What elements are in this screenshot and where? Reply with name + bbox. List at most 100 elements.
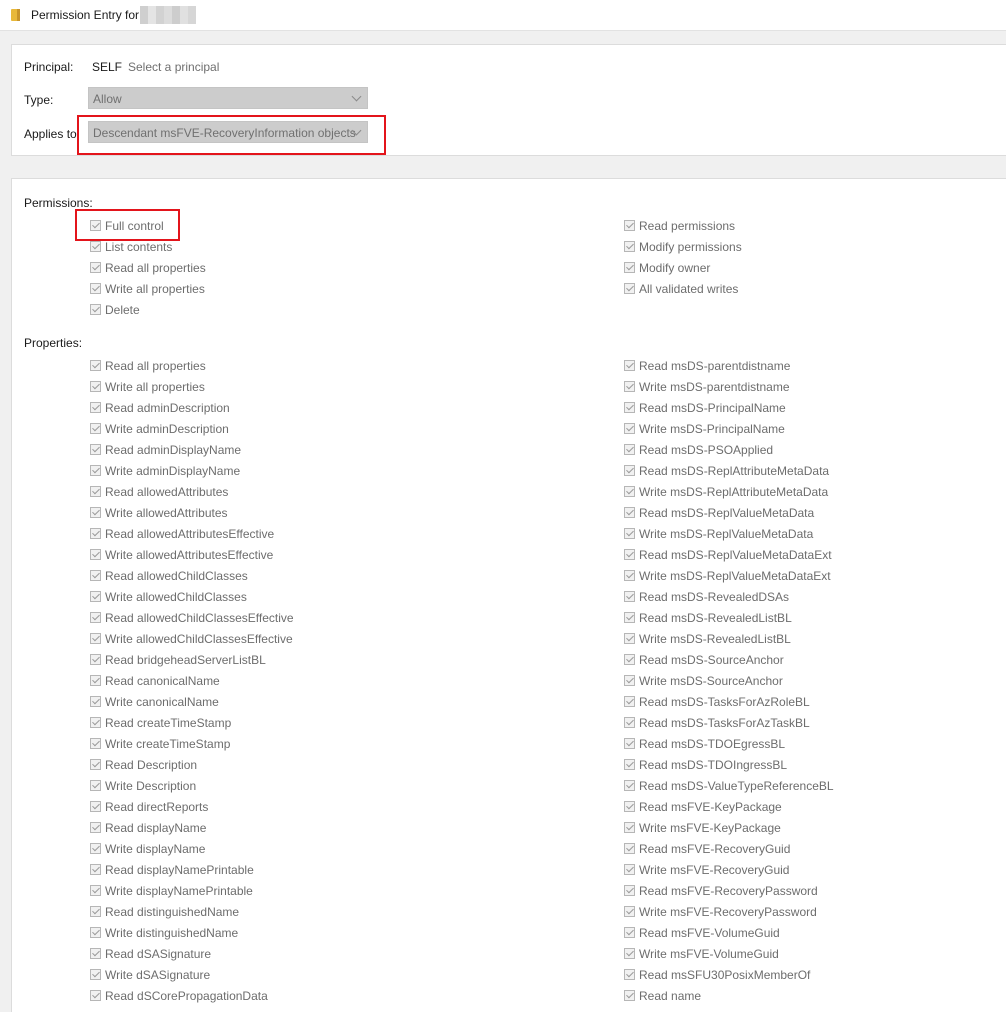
checkbox-checked-icon[interactable]: [624, 654, 635, 665]
principal-label: Principal:: [24, 60, 74, 74]
checkbox-checked-icon[interactable]: [90, 283, 101, 294]
checkbox-checked-icon[interactable]: [624, 549, 635, 560]
checkbox-label: Write msDS-PrincipalName: [639, 422, 785, 436]
checkbox-checked-icon[interactable]: [624, 822, 635, 833]
checkbox-checked-icon[interactable]: [90, 717, 101, 728]
folder-icon: [11, 9, 20, 21]
checkbox-checked-icon[interactable]: [624, 220, 635, 231]
checkbox-label: Read msDS-parentdistname: [639, 359, 791, 373]
checkbox-checked-icon[interactable]: [90, 570, 101, 581]
checkbox-checked-icon[interactable]: [90, 612, 101, 623]
checkbox-checked-icon[interactable]: [90, 990, 101, 1001]
checkbox-checked-icon[interactable]: [90, 654, 101, 665]
checkbox-checked-icon[interactable]: [624, 570, 635, 581]
select-principal-link[interactable]: Select a principal: [128, 60, 219, 74]
checkbox-checked-icon[interactable]: [90, 969, 101, 980]
checkbox-label: Read msFVE-RecoveryPassword: [639, 884, 818, 898]
checkbox-checked-icon[interactable]: [624, 801, 635, 812]
checkbox-checked-icon[interactable]: [90, 444, 101, 455]
checkbox-checked-icon[interactable]: [624, 360, 635, 371]
checkbox-checked-icon[interactable]: [90, 304, 101, 315]
checkbox-checked-icon[interactable]: [624, 528, 635, 539]
checkbox-checked-icon[interactable]: [90, 381, 101, 392]
checkbox-checked-icon[interactable]: [624, 402, 635, 413]
checkbox-label: Write displayNamePrintable: [105, 884, 253, 898]
checkbox-label: Read adminDisplayName: [105, 443, 242, 457]
checkbox-label: Read canonicalName: [105, 674, 220, 688]
checkbox-label: Read msDS-PrincipalName: [639, 401, 786, 415]
checkbox-checked-icon[interactable]: [624, 633, 635, 644]
checkbox-checked-icon[interactable]: [624, 507, 635, 518]
checkbox-label: Delete: [105, 303, 140, 317]
checkbox-checked-icon[interactable]: [90, 780, 101, 791]
checkbox-checked-icon[interactable]: [624, 486, 635, 497]
properties-label: Properties:: [24, 336, 83, 350]
checkbox-checked-icon[interactable]: [624, 990, 635, 1001]
type-dropdown[interactable]: Allow: [88, 87, 368, 109]
checkbox-checked-icon[interactable]: [90, 549, 101, 560]
checkbox-checked-icon[interactable]: [624, 465, 635, 476]
checkbox-checked-icon[interactable]: [624, 864, 635, 875]
checkbox-checked-icon[interactable]: [624, 381, 635, 392]
checkbox-label: Read dSCorePropagationData: [105, 989, 268, 1003]
checkbox-label: Write Description: [105, 779, 197, 793]
checkbox-checked-icon[interactable]: [624, 906, 635, 917]
checkbox-label: Read createTimeStamp: [105, 716, 232, 730]
checkbox-checked-icon[interactable]: [624, 738, 635, 749]
checkbox-checked-icon[interactable]: [624, 283, 635, 294]
checkbox-label: Write allowedAttributesEffective: [105, 548, 274, 562]
checkbox-label: Write msDS-ReplValueMetaData: [639, 527, 814, 541]
checkbox-checked-icon[interactable]: [624, 717, 635, 728]
checkbox-checked-icon[interactable]: [624, 675, 635, 686]
checkbox-checked-icon[interactable]: [90, 486, 101, 497]
checkbox-checked-icon[interactable]: [624, 241, 635, 252]
checkbox-checked-icon[interactable]: [624, 969, 635, 980]
checkbox-checked-icon[interactable]: [624, 591, 635, 602]
checkbox-checked-icon[interactable]: [90, 801, 101, 812]
checkbox-checked-icon[interactable]: [90, 843, 101, 854]
checkbox-label: Write all properties: [105, 380, 205, 394]
checkbox-label: Read msFVE-VolumeGuid: [639, 926, 780, 940]
checkbox-checked-icon[interactable]: [624, 444, 635, 455]
checkbox-checked-icon[interactable]: [624, 262, 635, 273]
checkbox-checked-icon[interactable]: [90, 423, 101, 434]
checkbox-checked-icon[interactable]: [90, 507, 101, 518]
checkbox-checked-icon[interactable]: [624, 423, 635, 434]
checkbox-checked-icon[interactable]: [624, 843, 635, 854]
checkbox-checked-icon[interactable]: [90, 241, 101, 252]
checkbox-label: Read msDS-ReplValueMetaDataExt: [639, 548, 832, 562]
checkbox-checked-icon[interactable]: [624, 696, 635, 707]
checkbox-checked-icon[interactable]: [90, 360, 101, 371]
checkbox-checked-icon[interactable]: [90, 822, 101, 833]
checkbox-checked-icon[interactable]: [624, 759, 635, 770]
checkbox-checked-icon[interactable]: [90, 864, 101, 875]
checkbox-checked-icon[interactable]: [90, 675, 101, 686]
checkbox-checked-icon[interactable]: [90, 948, 101, 959]
checkbox-label: Read msDS-ReplValueMetaData: [639, 506, 815, 520]
checkbox-label: Write msDS-SourceAnchor: [639, 674, 783, 688]
checkbox-checked-icon[interactable]: [624, 885, 635, 896]
checkbox-label: Read allowedAttributes: [105, 485, 229, 499]
checkbox-checked-icon[interactable]: [624, 780, 635, 791]
checkbox-checked-icon[interactable]: [90, 927, 101, 938]
checkbox-checked-icon[interactable]: [90, 528, 101, 539]
window-title: Permission Entry for: [31, 8, 140, 22]
checkbox-checked-icon[interactable]: [90, 906, 101, 917]
checkbox-checked-icon[interactable]: [90, 738, 101, 749]
checkbox-checked-icon[interactable]: [90, 591, 101, 602]
checkbox-checked-icon[interactable]: [624, 927, 635, 938]
checkbox-checked-icon[interactable]: [90, 465, 101, 476]
checkbox-checked-icon[interactable]: [90, 633, 101, 644]
checkbox-checked-icon[interactable]: [624, 612, 635, 623]
checkbox-checked-icon[interactable]: [624, 948, 635, 959]
checkbox-label: Read displayName: [105, 821, 207, 835]
checkbox-checked-icon[interactable]: [90, 402, 101, 413]
checkbox-label: Write msDS-parentdistname: [639, 380, 790, 394]
checkbox-label: Write allowedChildClassesEffective: [105, 632, 293, 646]
checkbox-checked-icon[interactable]: [90, 262, 101, 273]
checkbox-checked-icon[interactable]: [90, 885, 101, 896]
checkbox-label: Read allowedAttributesEffective: [105, 527, 275, 541]
checkbox-checked-icon[interactable]: [90, 759, 101, 770]
checkbox-checked-icon[interactable]: [90, 696, 101, 707]
checkbox-label: Write allowedAttributes: [105, 506, 228, 520]
